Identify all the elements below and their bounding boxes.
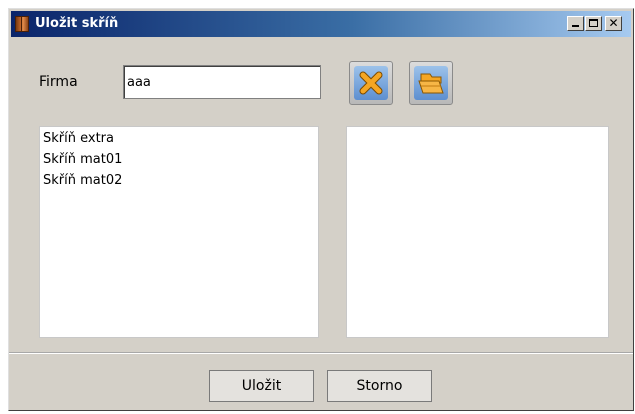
minimize-button[interactable] (567, 16, 584, 31)
maximize-icon (589, 19, 598, 27)
wardrobe-icon (15, 16, 29, 32)
list-item[interactable]: Skříň mat02 (40, 170, 318, 191)
title-bar[interactable]: Uložit skříň ✕ (11, 11, 631, 37)
storno-button[interactable]: Storno (327, 370, 432, 402)
detail-list[interactable] (346, 126, 609, 338)
save-wardrobe-dialog: Uložit skříň ✕ Firma aaa Skříň extra Skř… (8, 8, 634, 411)
folder-stack-icon (418, 73, 444, 94)
orange-x-icon (359, 71, 383, 95)
cancel-tool-button[interactable] (349, 61, 393, 105)
list-item[interactable]: Skříň mat01 (40, 149, 318, 170)
close-button[interactable]: ✕ (605, 16, 622, 31)
firma-input[interactable] (123, 65, 321, 99)
list-item[interactable]: Skříň extra (40, 128, 318, 149)
button-panel: Uložit Storno (9, 352, 633, 410)
maximize-button[interactable] (585, 16, 602, 31)
open-tool-button[interactable] (409, 61, 453, 105)
save-button[interactable]: Uložit (209, 370, 314, 402)
close-icon: ✕ (608, 16, 619, 30)
firma-label: Firma (39, 74, 78, 90)
window-title: Uložit skříň (35, 16, 119, 31)
wardrobe-list[interactable]: Skříň extra Skříň mat01 Skříň mat02 (39, 126, 319, 338)
minimize-icon (572, 25, 579, 27)
